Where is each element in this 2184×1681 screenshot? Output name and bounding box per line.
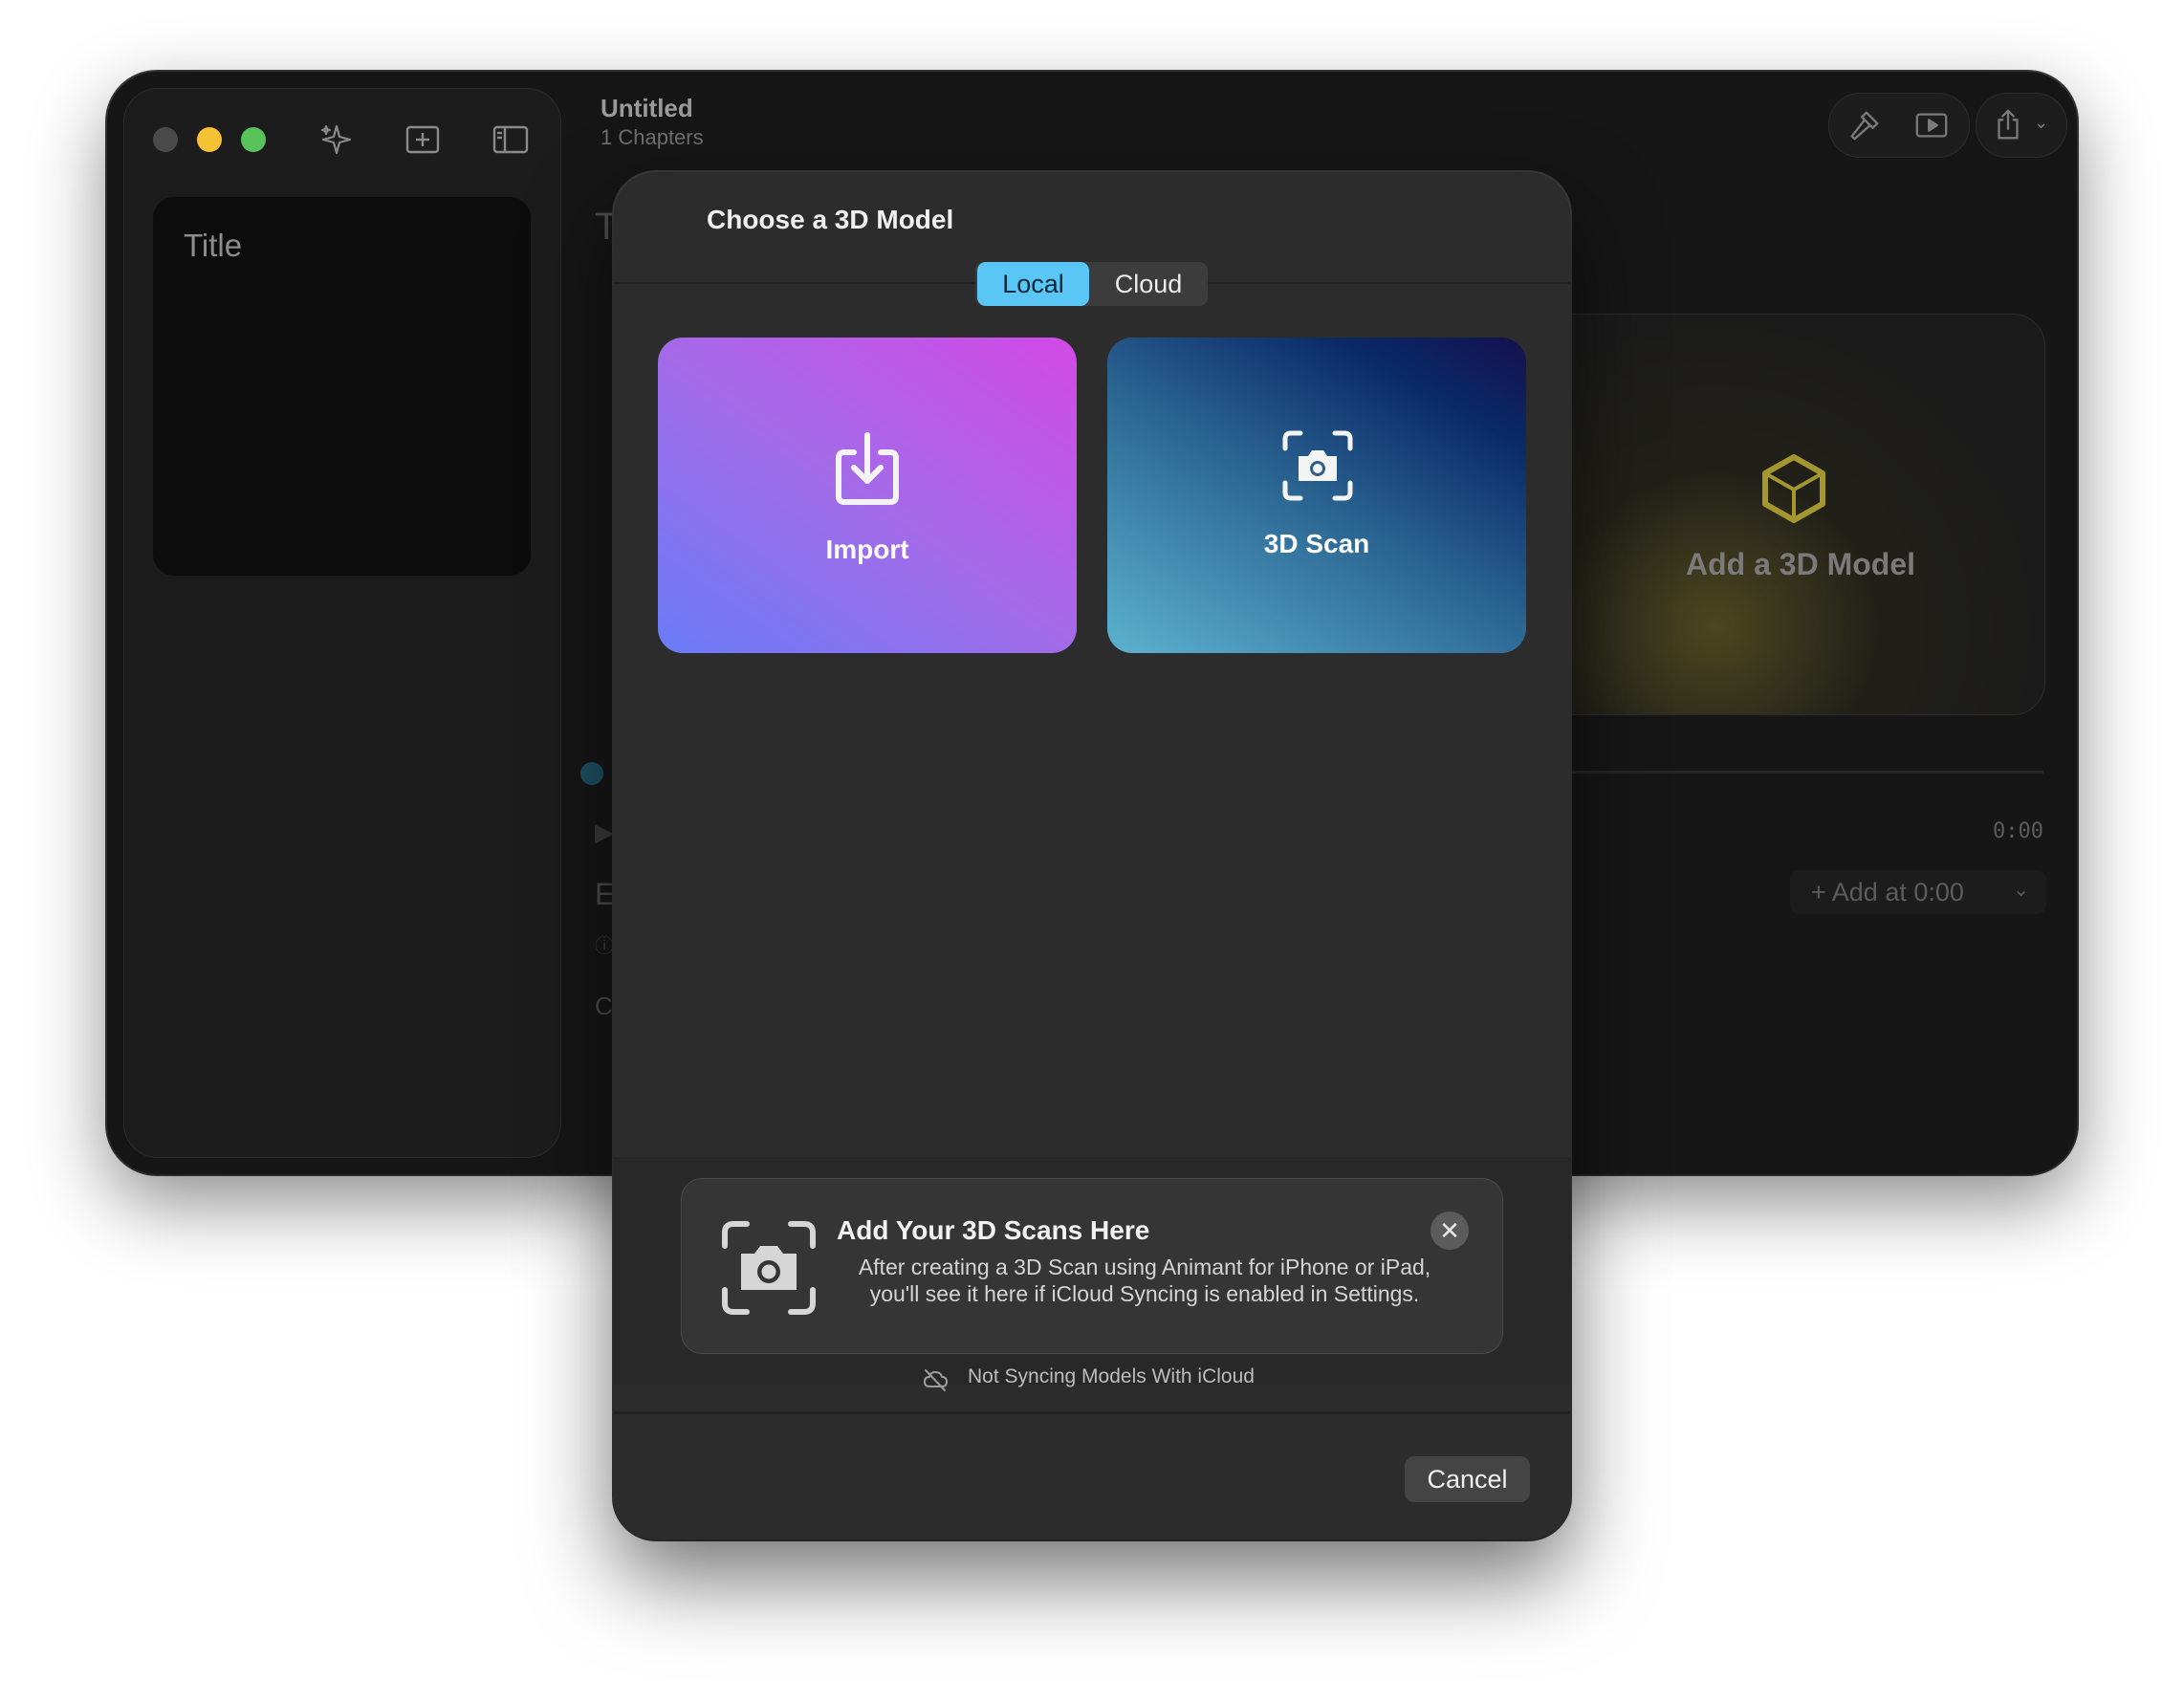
window-zoom-button[interactable] bbox=[241, 127, 266, 152]
play-icon: ▶ bbox=[595, 818, 614, 846]
import-label: Import bbox=[825, 535, 909, 564]
choose-3d-model-dialog: Choose a 3D Model Local Cloud Import 3D … bbox=[614, 172, 1570, 1539]
close-icon[interactable]: ✕ bbox=[1431, 1212, 1469, 1250]
share-icon bbox=[1990, 107, 2026, 143]
cube-icon bbox=[1760, 453, 1827, 524]
timeline-time: 0:00 bbox=[1993, 819, 2043, 843]
3d-scan-tile[interactable]: 3D Scan bbox=[1107, 338, 1526, 653]
hammer-icon[interactable] bbox=[1846, 107, 1883, 143]
timeline-marker bbox=[580, 762, 603, 785]
play-preview-icon[interactable] bbox=[1913, 107, 1950, 143]
camera-scan-icon bbox=[720, 1219, 818, 1317]
partial-section-text: E bbox=[595, 877, 616, 911]
info-title: Add Your 3D Scans Here bbox=[837, 1215, 1150, 1245]
3d-scan-label: 3D Scan bbox=[1263, 529, 1370, 558]
info-description: After creating a 3D Scan using Animant f… bbox=[858, 1255, 1431, 1306]
cancel-button[interactable]: Cancel bbox=[1405, 1456, 1530, 1502]
icloud-slash-icon bbox=[922, 1367, 949, 1392]
add-chapter-icon[interactable] bbox=[404, 120, 442, 159]
sparkle-icon[interactable] bbox=[317, 120, 356, 159]
dialog-title: Choose a 3D Model bbox=[707, 205, 954, 234]
add-at-time-label: + Add at 0:00 bbox=[1811, 878, 1964, 906]
document-subtitle: 1 Chapters bbox=[601, 125, 704, 149]
camera-scan-icon bbox=[1281, 429, 1354, 502]
document-title: Untitled bbox=[601, 94, 693, 122]
scan-info-banner: Add Your 3D Scans Here After creating a … bbox=[681, 1178, 1503, 1354]
timeline-divider bbox=[1513, 771, 2043, 774]
add-at-time-button[interactable]: + Add at 0:00 ⌄ bbox=[1790, 870, 2046, 914]
sync-status-text: Not Syncing Models With iCloud bbox=[968, 1365, 1255, 1387]
chapter-title-card[interactable]: Title bbox=[153, 197, 531, 576]
chevron-down-icon: ⌄ bbox=[2013, 880, 2029, 901]
sidebar-toggle-icon[interactable] bbox=[491, 120, 530, 159]
info-circle-icon: ⓘ bbox=[595, 936, 614, 957]
footer-divider bbox=[614, 1411, 1570, 1414]
tab-local[interactable]: Local bbox=[977, 262, 1089, 306]
import-tile[interactable]: Import bbox=[658, 338, 1077, 653]
chevron-down-icon: ⌄ bbox=[2034, 113, 2049, 132]
source-segmented-control: Local Cloud bbox=[975, 262, 1208, 306]
sidebar: Title bbox=[123, 88, 561, 1158]
title-card-label: Title bbox=[184, 228, 243, 263]
share-menu-button[interactable]: ⌄ bbox=[1976, 93, 2067, 158]
window-close-button[interactable] bbox=[153, 127, 178, 152]
add-3d-model-card[interactable]: Add a 3D Model bbox=[1513, 314, 2045, 715]
tab-cloud[interactable]: Cloud bbox=[1092, 262, 1205, 306]
edit-play-group bbox=[1828, 93, 1970, 158]
partial-caption-text: C bbox=[595, 992, 613, 1020]
download-tray-icon bbox=[827, 429, 907, 510]
window-minimize-button[interactable] bbox=[197, 127, 222, 152]
add-3d-model-label: Add a 3D Model bbox=[1686, 547, 1916, 581]
